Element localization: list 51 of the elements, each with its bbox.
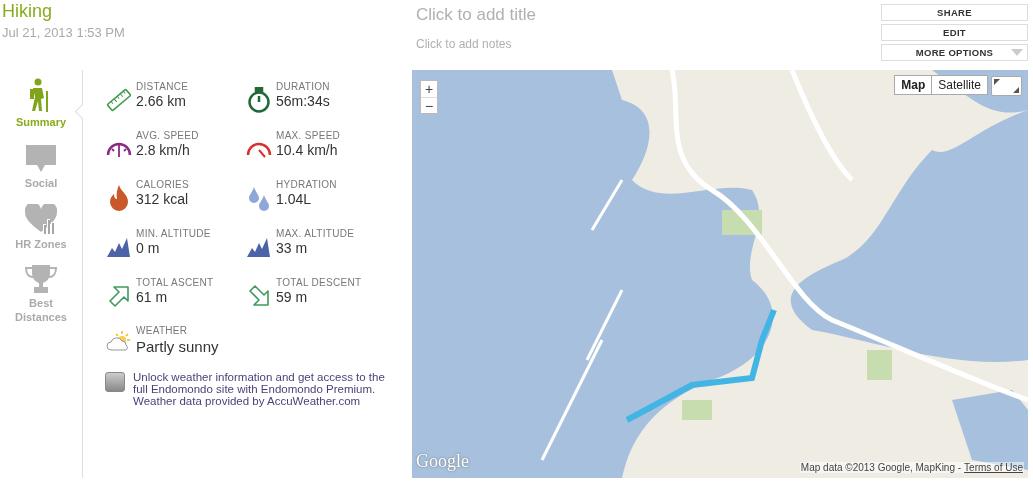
trophy-icon (25, 265, 57, 293)
speech-bubble-icon (25, 143, 57, 173)
promo-text: Unlock weather information and get access to the full Endomondo site with Endomondo Premium. (133, 371, 386, 395)
stat-label: HYDRATION (276, 178, 337, 191)
stopwatch-icon (247, 87, 271, 113)
terms-link[interactable]: Terms of Use (964, 462, 1023, 473)
stat-value: 61 m (136, 289, 168, 306)
corner-arrows-icon (992, 77, 1021, 95)
stat-label: MIN. ALTITUDE (136, 227, 211, 240)
stat-value: 56m:34s (276, 93, 330, 110)
weather-value: Partly sunny (136, 338, 219, 355)
stat-value: 10.4 km/h (276, 142, 338, 159)
weather-app-icon (105, 372, 125, 392)
water-drops-icon (247, 185, 271, 211)
promo-text: Weather data provided by AccuWeather.com (133, 395, 361, 407)
caret-icon (1011, 49, 1023, 56)
flame-icon (109, 185, 129, 211)
stat-label: TOTAL DESCENT (276, 276, 362, 289)
stat-label: DISTANCE (136, 80, 189, 93)
stat-value: 1.04L (276, 191, 312, 208)
mountains-icon (107, 237, 131, 257)
stat-label: AVG. SPEED (136, 129, 199, 142)
stat-value: 0 m (136, 240, 160, 257)
ruler-icon (106, 87, 132, 113)
map-attribution: Map data ©2013 Google, MapKing - (800, 462, 962, 473)
stat-value: 2.8 km/h (136, 142, 190, 159)
stat-value: 59 m (276, 289, 308, 306)
stat-label: TOTAL ASCENT (136, 276, 214, 289)
weather-label: WEATHER (136, 324, 188, 337)
title-field[interactable]: Click to add title (416, 4, 636, 26)
down-right-arrow-icon (248, 285, 270, 307)
up-right-arrow-icon (108, 285, 130, 307)
stat-label: MAX. ALTITUDE (276, 227, 355, 240)
action-button[interactable]: EDIT (881, 24, 1028, 41)
heart-chart-icon (25, 204, 57, 234)
action-button[interactable]: SHARE (881, 4, 1028, 21)
stat-value: 33 m (276, 240, 308, 257)
notes-field[interactable]: Click to add notes (416, 36, 616, 52)
stat-value: 312 kcal (136, 191, 189, 208)
zoom-out-button[interactable]: − (421, 97, 437, 113)
partly-sunny-icon (106, 329, 132, 352)
map-logo: Google (416, 451, 469, 472)
stat-label: DURATION (276, 80, 330, 93)
activity-title: Hiking (2, 0, 53, 22)
fullscreen-button[interactable] (991, 76, 1022, 96)
stat-value: 2.66 km (136, 93, 186, 110)
action-button[interactable]: MORE OPTIONS (881, 44, 1028, 61)
stat-label: MAX. SPEED (276, 129, 341, 142)
mountains-icon (247, 237, 271, 257)
stat-label: CALORIES (136, 178, 189, 191)
activity-date: Jul 21, 2013 1:53 PM (2, 25, 125, 40)
